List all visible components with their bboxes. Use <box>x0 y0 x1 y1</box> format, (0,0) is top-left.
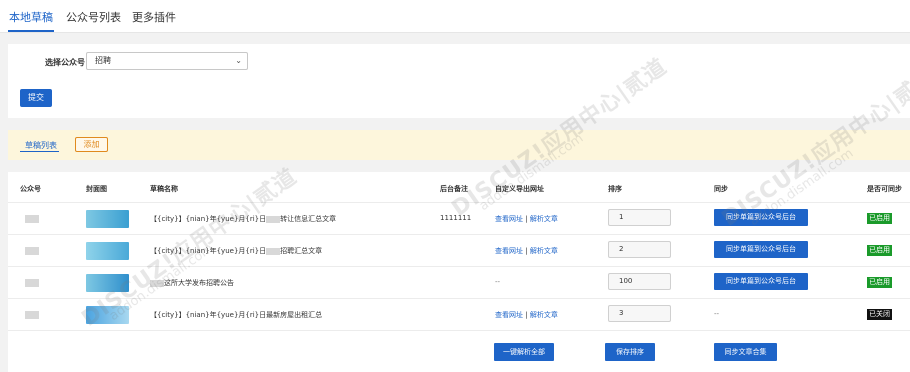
active-tab-indicator <box>8 30 54 32</box>
view-url-link[interactable]: 查看网址 <box>495 247 523 255</box>
tab-official-accounts[interactable]: 公众号列表 <box>66 9 121 25</box>
export-links-empty: -- <box>495 278 501 286</box>
account-select-label: 选择公众号 <box>45 58 85 67</box>
link-separator: | <box>525 215 528 223</box>
draft-list-tab-indicator <box>20 151 59 152</box>
status-badge: 已启用 <box>867 213 892 224</box>
account-name-redacted <box>25 215 39 223</box>
status-badge: 已启用 <box>867 277 892 288</box>
account-name-redacted <box>25 279 39 287</box>
account-select[interactable]: 招聘 ⌄ <box>86 52 248 70</box>
status-badge: 已关闭 <box>867 309 892 320</box>
order-input[interactable]: 100 <box>608 273 671 290</box>
cover-thumbnail <box>86 210 129 228</box>
view-url-link[interactable]: 查看网址 <box>495 215 523 223</box>
view-url-link[interactable]: 查看网址 <box>495 311 523 319</box>
sync-single-button[interactable]: 同步单篇到公众号后台 <box>714 241 808 258</box>
order-input[interactable]: 1 <box>608 209 671 226</box>
save-order-button[interactable]: 保存排序 <box>605 343 655 361</box>
link-separator: | <box>525 311 528 319</box>
order-input[interactable]: 3 <box>608 305 671 322</box>
cover-thumbnail <box>86 242 129 260</box>
tab-local-drafts[interactable]: 本地草稿 <box>9 9 53 25</box>
account-name-redacted <box>25 247 39 255</box>
export-links: 查看网址 | 解析文章 <box>495 246 558 256</box>
column-header: 是否可同步 <box>867 185 902 193</box>
column-header: 公众号 <box>20 185 41 193</box>
link-separator: | <box>525 247 528 255</box>
top-nav: 本地草稿 公众号列表 更多插件 <box>0 0 910 33</box>
order-input[interactable]: 2 <box>608 241 671 258</box>
parse-all-button[interactable]: 一键解析全部 <box>494 343 554 361</box>
account-name-redacted <box>25 311 39 319</box>
account-select-value: 招聘 <box>95 56 111 65</box>
tab-more-plugins[interactable]: 更多插件 <box>132 9 176 25</box>
parse-article-link[interactable]: 解析文章 <box>530 247 558 255</box>
chevron-down-icon: ⌄ <box>235 56 242 65</box>
draft-toolbar: 草稿列表 添加 <box>8 130 910 160</box>
parse-article-link[interactable]: 解析文章 <box>530 311 558 319</box>
column-header: 排序 <box>608 185 622 193</box>
column-header: 同步 <box>714 185 728 193</box>
sync-empty: -- <box>714 310 720 318</box>
export-links: 查看网址 | 解析文章 <box>495 310 558 320</box>
draft-title[interactable]: 【{city}】{nian}年{yue}月{ri}日最新房屋出租汇总 <box>150 310 322 320</box>
export-links: 查看网址 | 解析文章 <box>495 214 558 224</box>
sync-merge-button[interactable]: 同步文章合集 <box>714 343 777 361</box>
parse-article-link[interactable]: 解析文章 <box>530 215 558 223</box>
add-button[interactable]: 添加 <box>75 137 108 152</box>
tab-draft-list[interactable]: 草稿列表 <box>25 140 57 151</box>
submit-button[interactable]: 提交 <box>20 89 52 107</box>
table-actions-row: 一键解析全部 保存排序 同步文章合集 <box>8 330 910 372</box>
filter-panel: 选择公众号 招聘 ⌄ 提交 <box>8 44 910 118</box>
status-badge: 已启用 <box>867 245 892 256</box>
sync-single-button[interactable]: 同步单篇到公众号后台 <box>714 273 808 290</box>
column-header: 草稿名称 <box>150 185 178 193</box>
column-header: 封面图 <box>86 185 107 193</box>
